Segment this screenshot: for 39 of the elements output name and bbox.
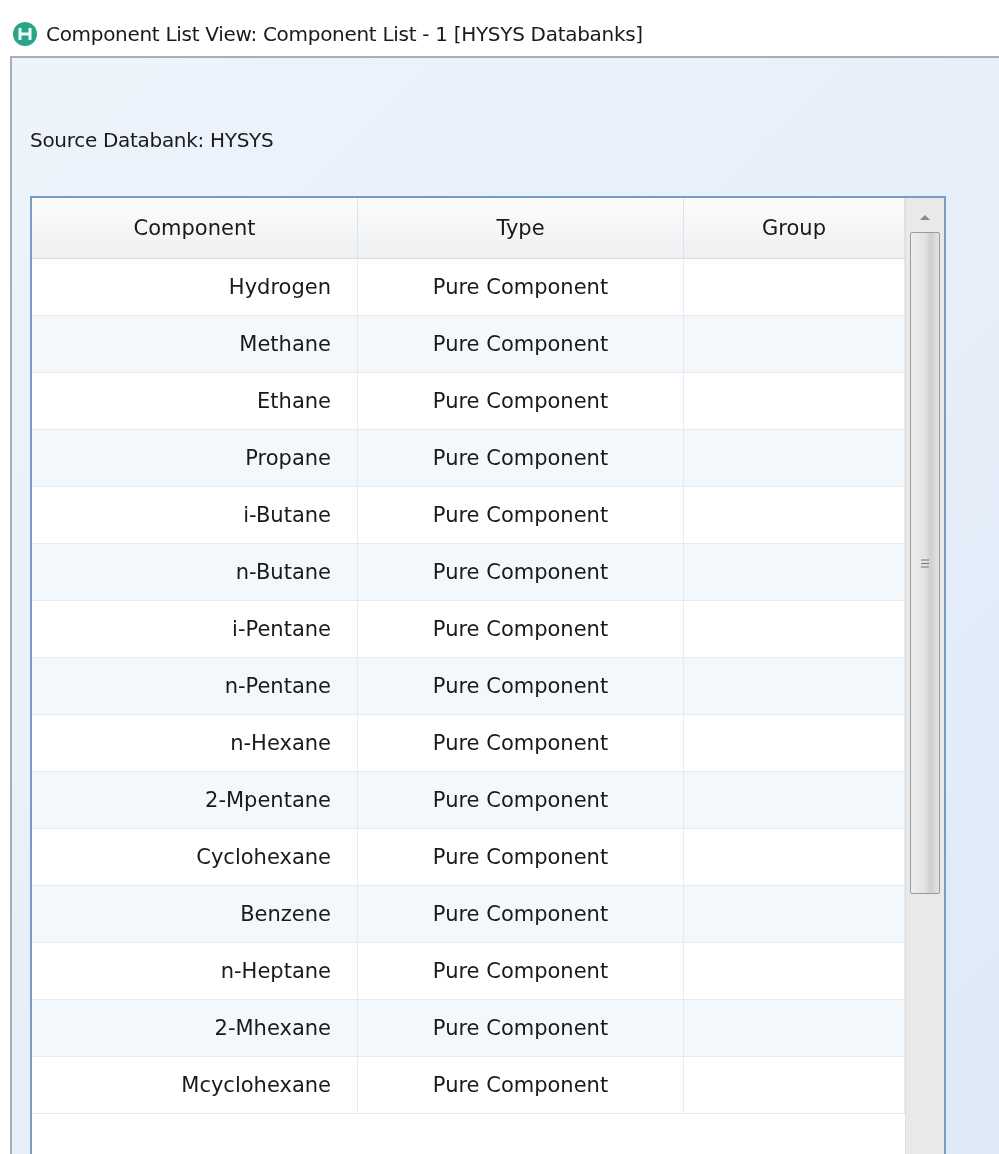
table-cell: Pure Component (358, 316, 684, 372)
table-cell: Cyclohexane (32, 829, 358, 885)
table-cell: Pure Component (358, 1057, 684, 1113)
column-header[interactable]: Type (358, 198, 684, 258)
table-cell: 2-Mpentane (32, 772, 358, 828)
table-cell: Pure Component (358, 487, 684, 543)
scroll-up-icon[interactable] (918, 212, 932, 222)
table-cell: Pure Component (358, 259, 684, 315)
table-cell: Pure Component (358, 715, 684, 771)
table-cell: Pure Component (358, 544, 684, 600)
table-cell: Pure Component (358, 943, 684, 999)
table-cell: Ethane (32, 373, 358, 429)
table-cell: Hydrogen (32, 259, 358, 315)
table-cell: Mcyclohexane (32, 1057, 358, 1113)
source-databank-label: Source Databank: HYSYS (30, 128, 274, 152)
table-cell: 2-Mhexane (32, 1000, 358, 1056)
table-cell: Pure Component (358, 373, 684, 429)
table-cell: Pure Component (358, 430, 684, 486)
table-cell: i-Pentane (32, 601, 358, 657)
grip-icon (920, 558, 930, 568)
table-cell: Propane (32, 430, 358, 486)
scrollbar-thumb[interactable] (910, 232, 940, 894)
table-cell: n-Butane (32, 544, 358, 600)
column-header[interactable]: Component (32, 198, 358, 258)
table-cell: Pure Component (358, 601, 684, 657)
vertical-scrollbar[interactable] (905, 198, 944, 1154)
window-title: Component List View: Component List - 1 [HYSYS Databanks] (46, 22, 643, 46)
table-cell: Pure Component (358, 772, 684, 828)
table-cell: n-Heptane (32, 943, 358, 999)
table-cell: Pure Component (358, 886, 684, 942)
table-cell: Pure Component (358, 829, 684, 885)
table-cell: Pure Component (358, 1000, 684, 1056)
table-cell: Benzene (32, 886, 358, 942)
table-cell: n-Hexane (32, 715, 358, 771)
table-cell: n-Pentane (32, 658, 358, 714)
table-cell: i-Butane (32, 487, 358, 543)
table-cell: Pure Component (358, 658, 684, 714)
app-logo-icon (12, 21, 38, 47)
table-cell: Methane (32, 316, 358, 372)
